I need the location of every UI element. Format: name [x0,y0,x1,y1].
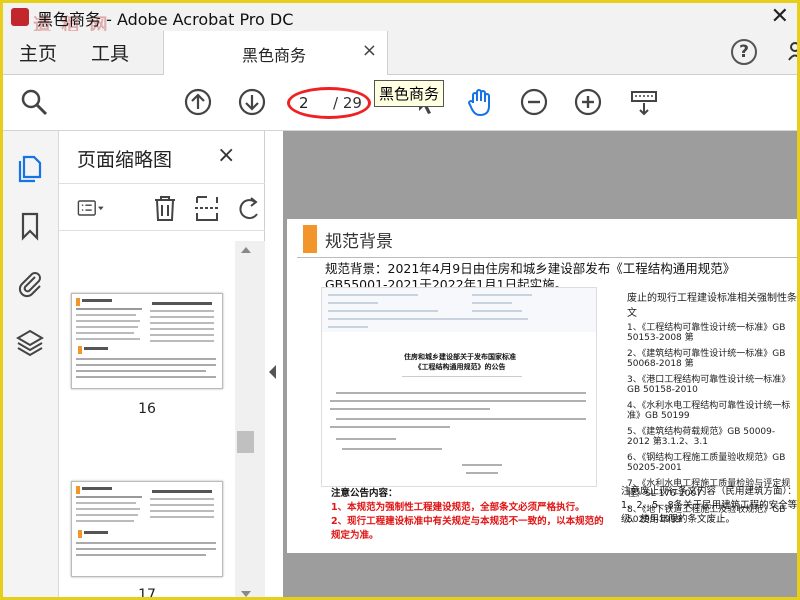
announcement-header [322,288,596,332]
panel-title: 页面缩略图 [77,149,173,171]
repeal-title: 注意废止现行条文内容（民用建筑方面）： [621,486,797,497]
tooltip: 黑色商务 [374,80,445,107]
document-viewport[interactable]: 规范背景 规范背景：2021年4月9日由住房和城乡建设部发布《工程结构通用规范》… [283,131,798,597]
title-bar: 道 稻 网 黑色商务 - Adobe Acrobat Pro DC ✕ [3,3,797,36]
tab-document[interactable]: 黑色商务 × [163,31,388,75]
layers-icon[interactable] [15,327,45,357]
repeal-block: 注意废止现行条文内容（民用建筑方面）： 1、2、5、8条关于民用建筑工程的安全等… [621,485,798,527]
acrobat-window: 道 稻 网 黑色商务 - Adobe Acrobat Pro DC ✕ 主页 工… [0,0,800,600]
scroll-mode-icon[interactable] [629,87,659,117]
document-tab-label: 黑色商务 [242,46,307,65]
pdf-page: 规范背景 规范背景：2021年4月9日由住房和城乡建设部发布《工程结构通用规范》… [287,219,798,553]
heading-divider [297,257,797,258]
thumbnail-page-number: 17 [138,587,156,600]
list-item: 3、《港口工程结构可靠性设计统一标准》GB 50158-2010 [627,375,791,395]
extract-page-icon[interactable] [193,194,221,222]
thumbnail-scrollbar[interactable] [235,241,265,597]
announcement-screenshot: 住房和城乡建设部关于发布国家标准 《工程结构通用规范》的公告 [321,287,597,487]
announcement-title-2: 《工程结构通用规范》的公告 [414,363,506,371]
list-item: 2、《建筑结构可靠性设计统一标准》GB 50068-2018 第 [627,349,786,369]
acrobat-app-icon [11,8,29,26]
repealed-standards-heading: 废止的现行工程建设标准相关强制性条文 [627,293,797,319]
list-item: 6、《钢结构工程施工质量验收规范》GB 50205-2001 [627,453,786,473]
scroll-up-icon[interactable] [241,247,251,253]
scrollbar-thumb[interactable] [237,431,254,453]
scroll-down-icon[interactable] [241,591,251,597]
list-item: 4、《水利水电工程结构可靠性设计统一标准》GB 50199 [627,401,791,421]
zoom-out-icon[interactable] [519,87,549,117]
list-item: 1、《工程结构可靠性设计统一标准》GB 50153-2008 第 [627,323,786,343]
notice-item-2: 2、现行工程建设标准中有关规定与本规范不一致的，以本规范的规定为准。 [331,516,604,541]
page-heading: 规范背景 [325,232,393,252]
list-item: 5、《建筑结构荷载规范》GB 50009-2012 第3.1.2、3.1 [627,427,776,447]
tab-tools[interactable]: 工具 [91,39,129,66]
page-up-icon[interactable] [183,87,213,117]
bookmark-icon[interactable] [15,211,45,241]
announcement-title-1: 住房和城乡建设部关于发布国家标准 [404,353,516,361]
red-highlight-annotation [287,87,371,119]
thumbnail-page-17[interactable] [71,481,223,577]
page-thumbnails-panel: 页面缩略图 × 16 17 [59,131,265,600]
page-down-icon[interactable] [237,87,267,117]
thumbnail-list[interactable]: 16 17 [59,241,235,600]
search-icon[interactable] [19,87,49,117]
help-icon[interactable]: ? [731,39,757,65]
zoom-in-icon[interactable] [573,87,603,117]
thumbnail-options-icon[interactable] [77,194,105,222]
panel-close-icon[interactable]: × [217,143,235,168]
thumbnail-page-number: 16 [138,401,156,417]
tab-home[interactable]: 主页 [19,39,57,66]
page-thumbnails-icon[interactable] [15,153,45,183]
tab-bar: 主页 工具 黑色商务 × ? [3,31,797,75]
thumbnail-page-16[interactable] [71,293,223,389]
delete-icon[interactable] [151,194,179,222]
navigation-rail [3,131,59,597]
attachment-icon[interactable] [15,269,45,299]
document-tab-close-icon[interactable]: × [362,40,377,61]
sign-in-icon[interactable] [788,41,797,66]
notice-title: 注意公告内容： [331,488,398,499]
repeal-text: 1、2、5、8条关于民用建筑工程的安全等级、使用年限的条文废止。 [621,500,798,525]
heading-accent [303,225,317,253]
notice-block: 注意公告内容： 1、本规范为强制性工程建设规范，全部条文必须严格执行。 2、现行… [331,487,611,543]
window-title: 黑色商务 - Adobe Acrobat Pro DC [37,10,294,29]
collapse-panel-icon[interactable] [269,365,276,379]
hand-icon[interactable] [465,87,495,117]
rotate-icon[interactable] [235,194,263,222]
window-close-icon[interactable]: ✕ [771,4,789,29]
panel-toolbar [59,183,265,231]
notice-item-1: 1、本规范为强制性工程建设规范，全部条文必须严格执行。 [331,502,585,513]
